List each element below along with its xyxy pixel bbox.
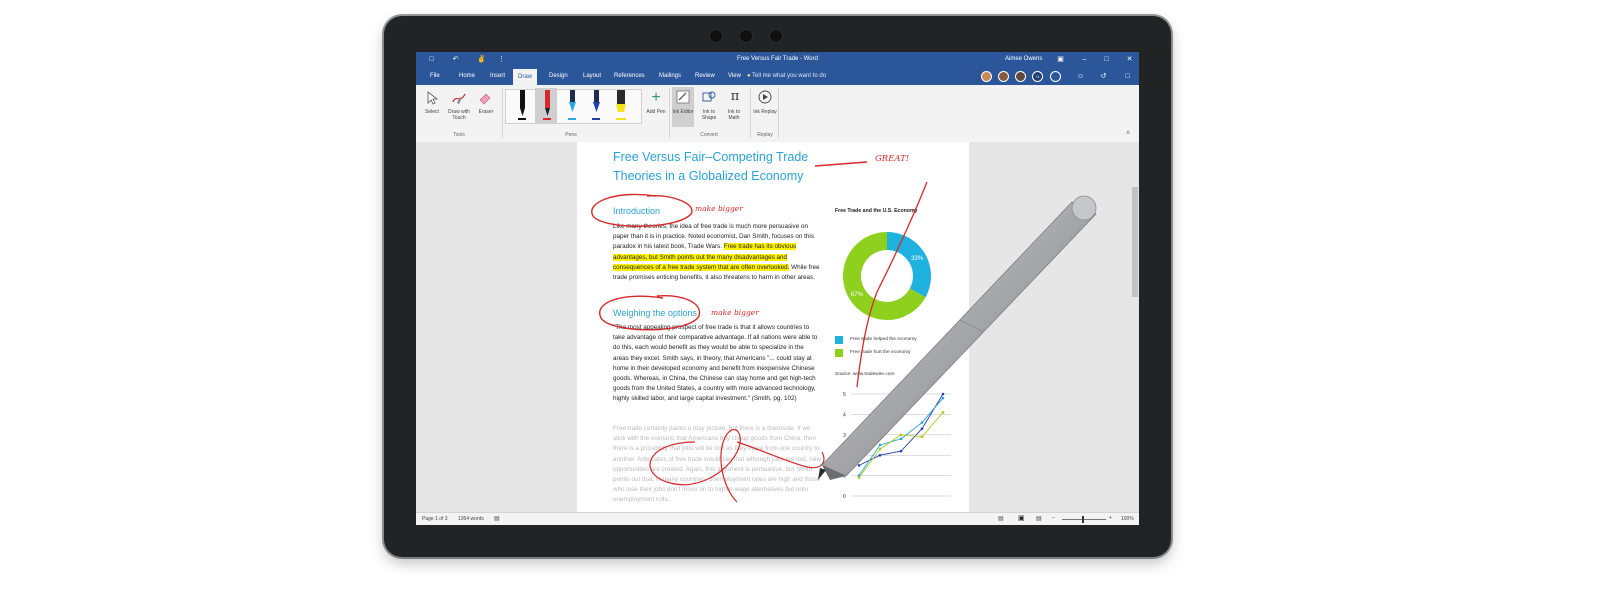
ink-editor-label[interactable]: Ink Editor [672,109,694,115]
camera-sensor [709,29,723,43]
select-cursor-icon[interactable] [425,91,439,105]
group-divider [750,88,751,138]
web-layout-icon[interactable]: ▤ [1036,515,1042,522]
share-person-icon[interactable]: ☺ [1076,72,1085,81]
zoom-out-icon[interactable]: – [1052,515,1055,521]
title-bar: □ ↶ ✌ ⋮ Free Versus Fair Trade - Word Ai… [416,52,1139,68]
group-divider [502,88,503,138]
dark-blue-pen-icon[interactable] [590,90,602,120]
surface-pen [818,195,1097,480]
ink-squiggle-stroke [649,429,825,503]
add-pen-icon[interactable]: + [649,90,663,106]
blue-pen-icon[interactable] [566,90,578,120]
lightbulb-icon: ● [747,73,751,79]
zoom-slider-thumb[interactable] [1082,516,1084,523]
select-label[interactable]: Select [420,109,444,115]
add-pen-label[interactable]: Add Pen [642,109,670,115]
zoom-in-icon[interactable]: + [1109,515,1112,521]
pens-group-label: Pens [565,132,577,138]
tab-review[interactable]: Review [695,73,715,79]
skype-icon[interactable] [1050,71,1061,82]
tab-mailings[interactable]: Mailings [659,73,681,79]
tab-design[interactable]: Design [549,73,568,79]
replay-group-label: Replay [757,132,773,138]
ink-to-shape-label[interactable]: Ink to Shape [697,109,721,121]
ribbon-draw: Select Draw with Touch Eraser Tools + Ad [416,85,1139,143]
close-icon[interactable]: ✕ [1125,55,1134,64]
tab-references[interactable]: References [614,73,645,79]
tab-draw[interactable]: Draw [513,69,538,85]
ink-circle-introduction [591,193,693,227]
maximize-icon[interactable]: □ [1102,55,1111,64]
draw-with-touch-icon[interactable] [451,91,467,105]
tab-insert[interactable]: Insert [490,73,505,79]
minimize-icon[interactable]: – [1080,55,1089,64]
yellow-highlighter-icon[interactable] [614,90,626,120]
ink-arrow-stroke [814,161,868,167]
proofing-icon[interactable]: ▤ [494,515,500,522]
zoom-slider-track[interactable] [1062,519,1106,520]
ink-circle-weighing [599,295,701,331]
draw-with-touch-label[interactable]: Draw with Touch [444,109,474,121]
group-divider [669,88,670,138]
ribbon-display-icon[interactable]: ▣ [1056,55,1065,64]
ink-make-bigger-note: make bigger [711,308,759,317]
status-bar: Page 1 of 3 1364 words ▤ ▤ ▣ ▤ – + 100% [416,512,1139,525]
tab-home[interactable]: Home [459,73,475,79]
tell-me-box[interactable]: Tell me what you want to do [752,73,826,79]
avatar[interactable] [1015,71,1026,82]
word-count[interactable]: 1364 words [458,516,484,522]
tab-file[interactable]: File [430,73,440,79]
page-count[interactable]: Page 1 of 3 [422,516,448,522]
comments-icon[interactable]: □ [1123,72,1132,81]
ink-to-shape-icon[interactable] [702,90,716,104]
print-layout-icon[interactable]: ▣ [1018,514,1025,522]
tab-view[interactable]: View [728,73,741,79]
ink-great-note: GREAT! [875,154,910,164]
more-collaborators-badge[interactable]: +1 [1032,71,1043,82]
collapse-ribbon-icon[interactable]: ˄ [1126,130,1130,137]
black-pen-icon[interactable] [516,90,528,120]
tab-layout[interactable]: Layout [583,73,601,79]
ink-to-math-label[interactable]: Ink to Math [722,109,746,121]
eraser-label[interactable]: Eraser [474,109,498,115]
red-pen-icon[interactable] [541,90,553,120]
read-mode-icon[interactable]: ▤ [998,515,1004,522]
ink-to-math-icon[interactable]: π [727,89,743,105]
ink-replay-label[interactable]: Ink Replay [752,109,778,115]
zoom-level[interactable]: 100% [1121,516,1134,522]
camera-lens [739,29,753,43]
avatar[interactable] [981,71,992,82]
scrollbar-thumb[interactable] [1132,187,1138,297]
ink-replay-icon[interactable] [758,90,772,104]
ink-editor-icon[interactable] [676,90,690,104]
camera-sensor [769,29,783,43]
vertical-scrollbar[interactable] [1131,142,1139,512]
avatar[interactable] [998,71,1009,82]
group-divider [778,88,779,138]
ink-make-bigger-note: make bigger [695,204,743,213]
user-name[interactable]: Aimee Owens [1005,56,1042,62]
convert-group-label: Convert [700,132,718,138]
ribbon-tabs: File Home Insert Draw Design Layout Refe… [416,68,1139,85]
tools-group-label: Tools [453,132,465,138]
eraser-icon[interactable] [478,91,492,105]
history-icon[interactable]: ↺ [1099,72,1108,81]
